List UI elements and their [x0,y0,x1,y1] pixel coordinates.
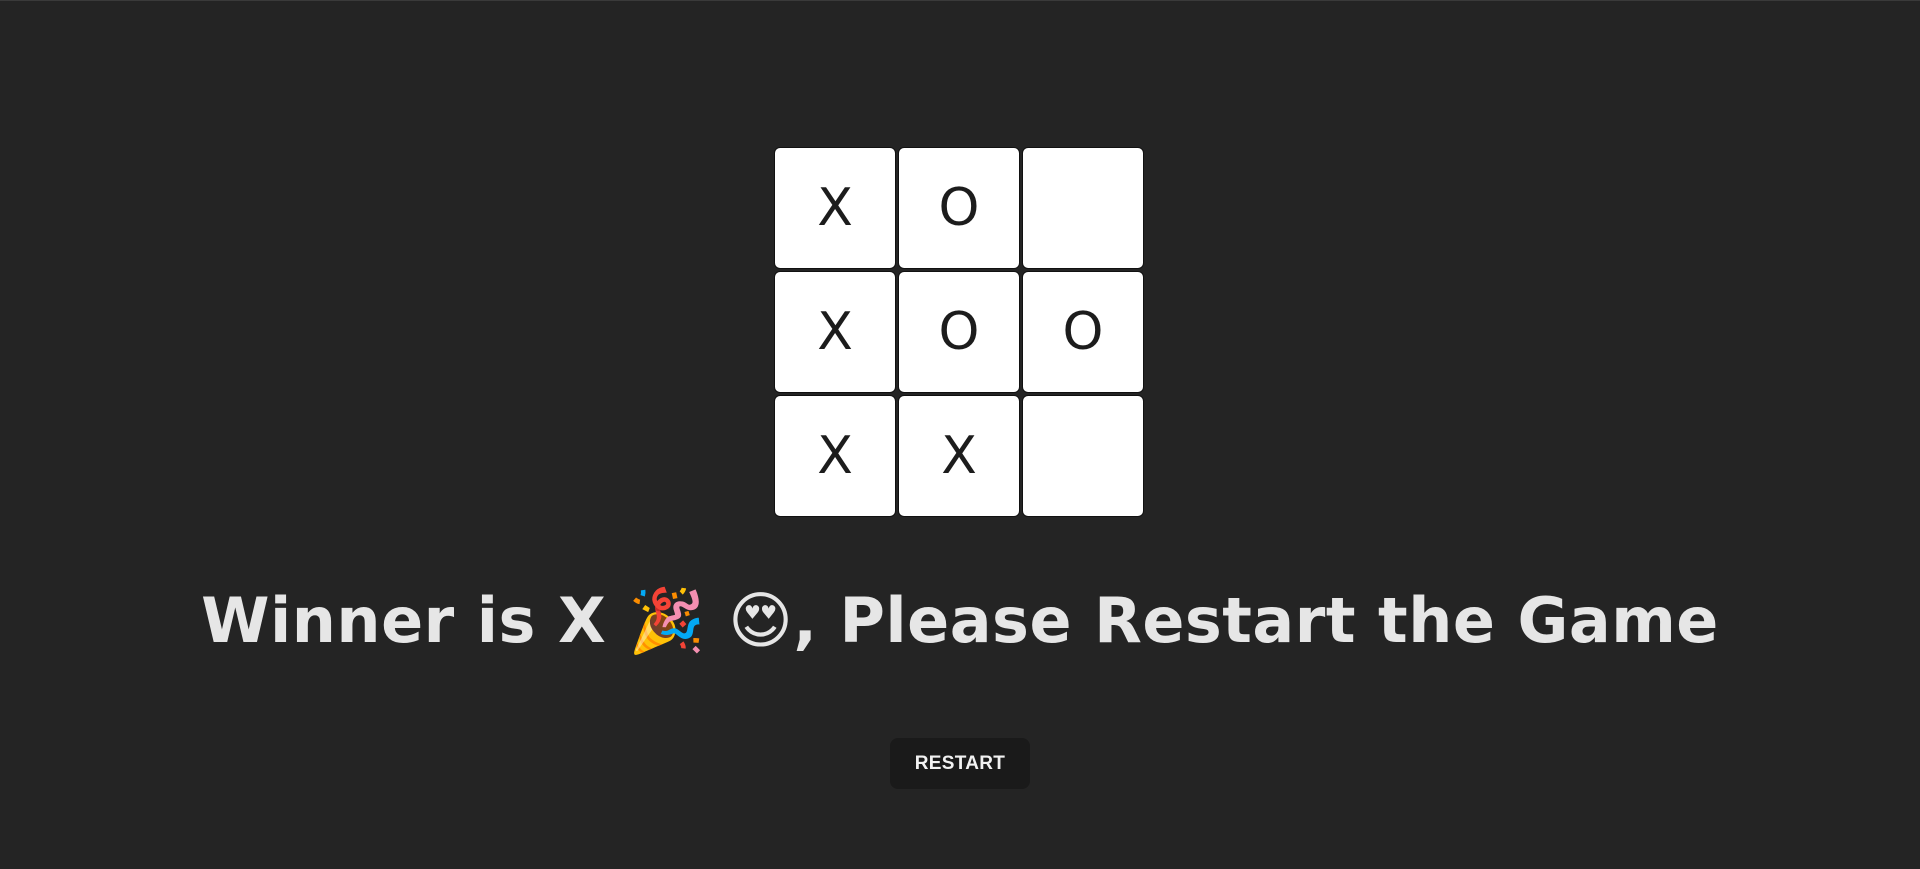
game-board: X O X O O X X [774,147,1147,520]
board-cell-5[interactable]: O [898,271,1020,393]
winner-message: Winner is X 🎉 😍, Please Restart the Game [201,584,1719,657]
game-page: X O X O O X X Winner is X 🎉 😍, Please Re… [0,0,1920,869]
board-cell-7[interactable]: X [774,395,896,517]
board-cell-6[interactable]: O [1022,271,1144,393]
board-cell-8[interactable]: X [898,395,1020,517]
board-cell-3[interactable] [1022,147,1144,269]
board-cell-1[interactable]: X [774,147,896,269]
board-cell-2[interactable]: O [898,147,1020,269]
restart-button[interactable]: RESTART [890,738,1030,789]
board-cell-9[interactable] [1022,395,1144,517]
board-cell-4[interactable]: X [774,271,896,393]
